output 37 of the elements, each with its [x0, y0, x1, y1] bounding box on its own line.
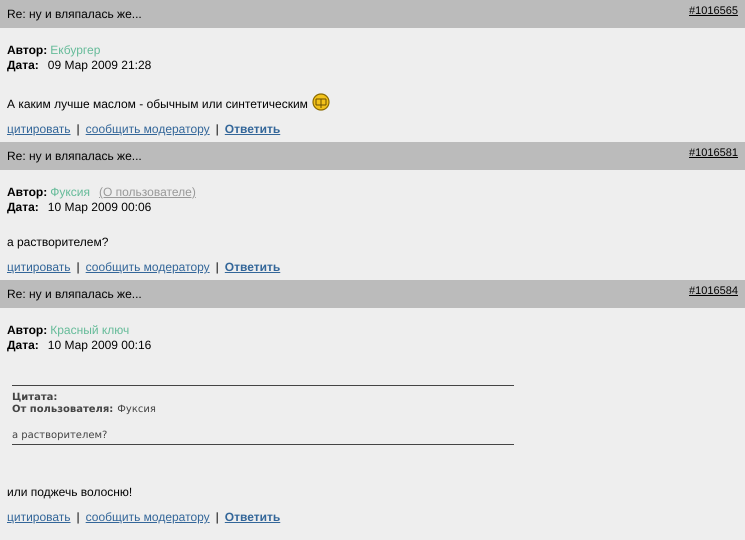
separator: |: [76, 122, 80, 137]
author-label: Автор:: [7, 323, 48, 338]
post-title: Re: ну и вляпалась же...: [7, 149, 142, 163]
separator: |: [216, 260, 219, 275]
post-text: или поджечь волосню!: [7, 485, 132, 499]
quote-from-label: От пользователя:: [12, 404, 114, 416]
separator: |: [216, 122, 219, 137]
action-link[interactable]: сообщить модератору: [86, 260, 210, 275]
quote-from-user: Фуксия: [117, 404, 156, 416]
quote-heading: Цитата:: [12, 392, 58, 404]
date-label: Дата:: [7, 58, 39, 73]
separator: |: [76, 510, 80, 525]
action-link[interactable]: цитировать: [7, 510, 71, 525]
post-title: Re: ну и вляпалась же...: [7, 287, 142, 301]
post-text: А каким лучше маслом - обычным или синтетическим: [7, 97, 308, 111]
separator: |: [216, 510, 219, 525]
post-number-link[interactable]: #1016584: [689, 285, 738, 297]
reply-link[interactable]: Ответить: [224, 510, 280, 525]
author-label: Автор:: [7, 43, 48, 58]
action-link[interactable]: сообщить модератору: [86, 122, 210, 137]
post-number-link[interactable]: #1016581: [689, 147, 738, 159]
post-date: 10 Мар 2009 00:06: [48, 200, 152, 215]
post-date: 09 Мар 2009 21:28: [48, 58, 152, 73]
action-link[interactable]: цитировать: [7, 260, 71, 275]
post-text: а растворителем?: [7, 235, 108, 249]
reply-link[interactable]: Ответить: [224, 260, 280, 275]
action-link[interactable]: сообщить модератору: [86, 510, 210, 525]
reply-link[interactable]: Ответить: [224, 122, 280, 137]
post-title: Re: ну и вляпалась же...: [7, 7, 142, 21]
post-date: 10 Мар 2009 00:16: [48, 338, 152, 353]
action-link[interactable]: цитировать: [7, 122, 71, 137]
separator: |: [76, 260, 80, 275]
date-label: Дата:: [7, 338, 39, 353]
date-label: Дата:: [7, 200, 39, 215]
quote-text: а растворителем?: [12, 430, 108, 442]
post-number-link[interactable]: #1016565: [689, 5, 738, 17]
author-label: Автор:: [7, 185, 48, 200]
